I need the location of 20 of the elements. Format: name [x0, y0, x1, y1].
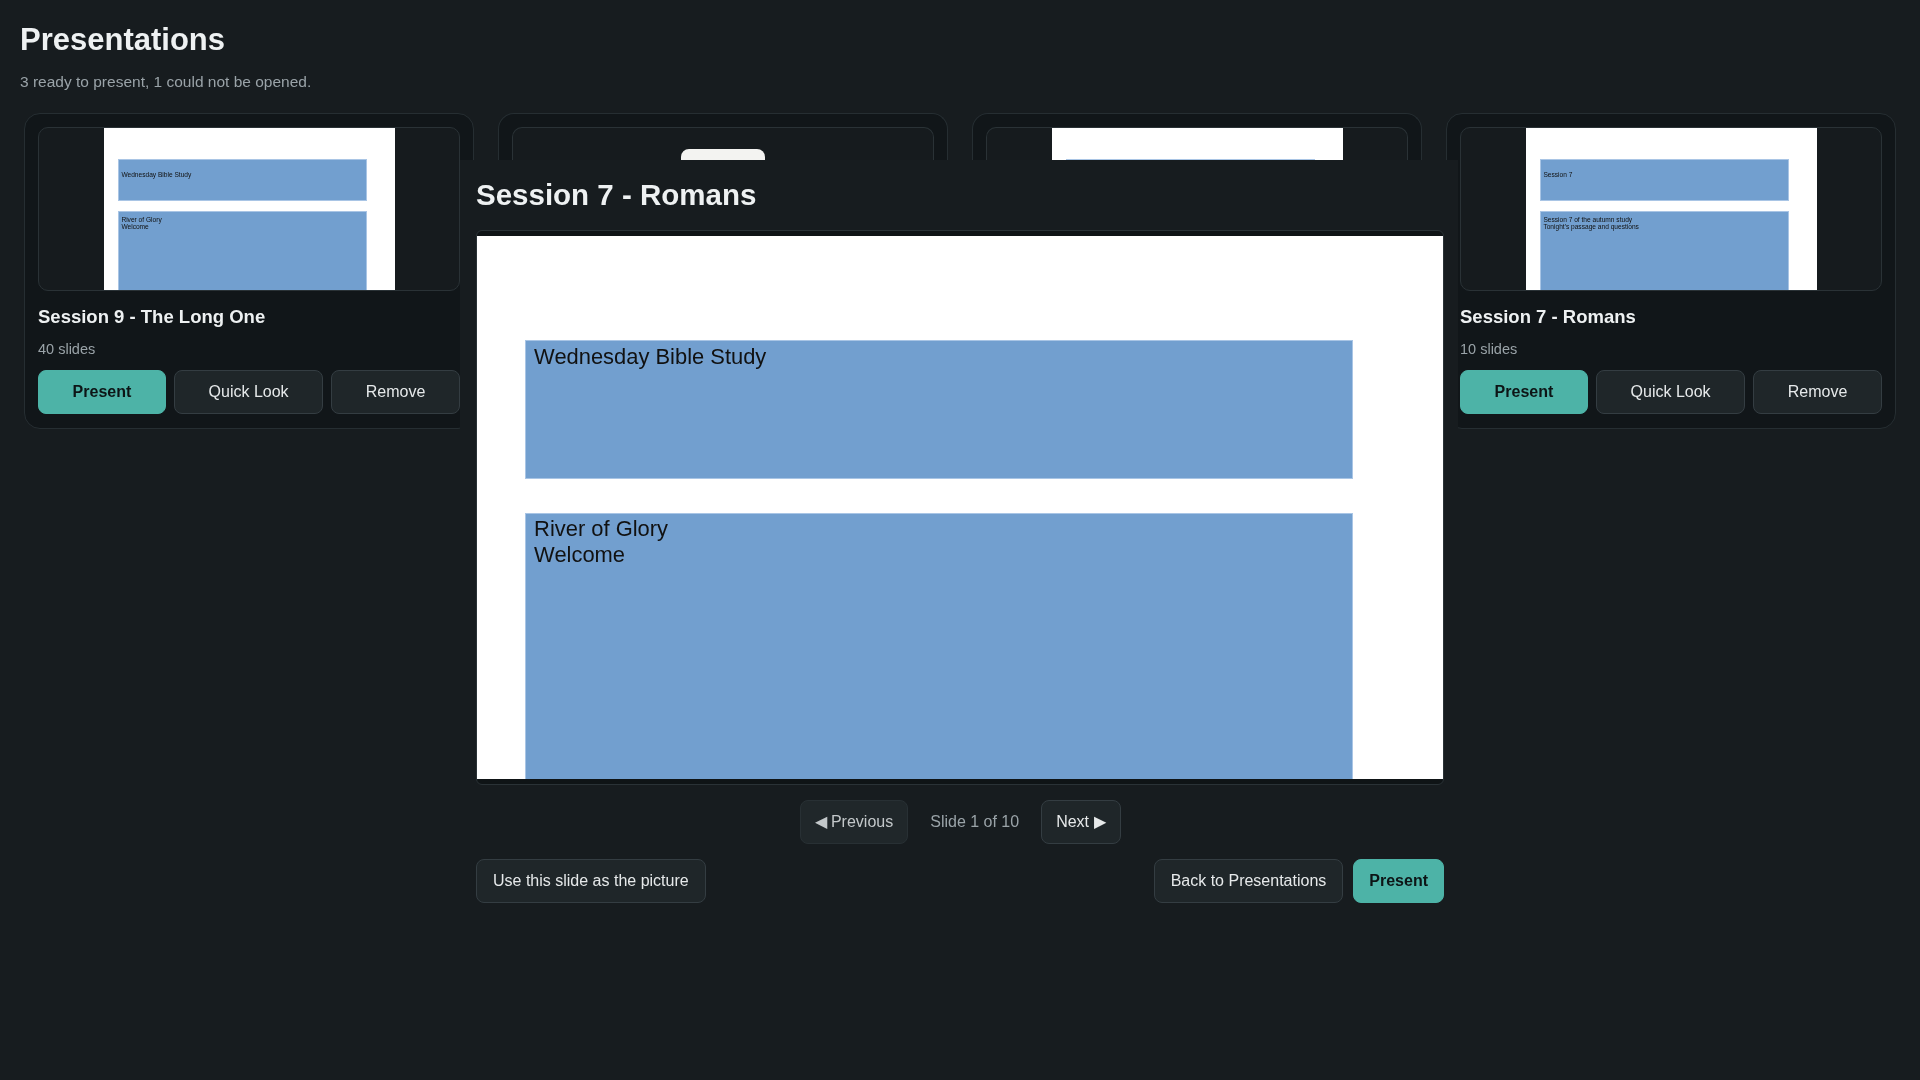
- slide-text: River of Glory Welcome: [534, 516, 668, 568]
- back-button[interactable]: Back to Presentations: [1153, 859, 1344, 904]
- set-picture-button[interactable]: Use this slide as the picture: [476, 859, 706, 904]
- slide-count: 10 slides: [1460, 340, 1518, 359]
- action-button[interactable]: Quick Look: [1595, 370, 1746, 414]
- next-button[interactable]: Next ▶: [1041, 800, 1121, 845]
- present-button[interactable]: Present: [1353, 859, 1444, 904]
- page-title: Presentations: [20, 21, 225, 59]
- presentation-title: Session 9 - The Long One: [38, 305, 266, 329]
- action-button[interactable]: Quick Look: [173, 370, 324, 414]
- slide-count: 40 slides: [38, 340, 96, 359]
- dialog-title: Session 7 - Romans: [476, 177, 757, 213]
- action-button[interactable]: Remove: [1753, 370, 1882, 414]
- present-button[interactable]: Present: [1460, 370, 1588, 414]
- page-summary: 3 ready to present, 1 could not be opened.: [20, 72, 312, 92]
- presentation-title: Session 7 - Romans: [1460, 305, 1636, 329]
- present-button[interactable]: Present: [38, 370, 166, 414]
- slide-text: Wednesday Bible Study: [534, 343, 767, 370]
- slide-position: Slide 1 of 10: [930, 812, 1020, 833]
- action-button[interactable]: Remove: [331, 370, 460, 414]
